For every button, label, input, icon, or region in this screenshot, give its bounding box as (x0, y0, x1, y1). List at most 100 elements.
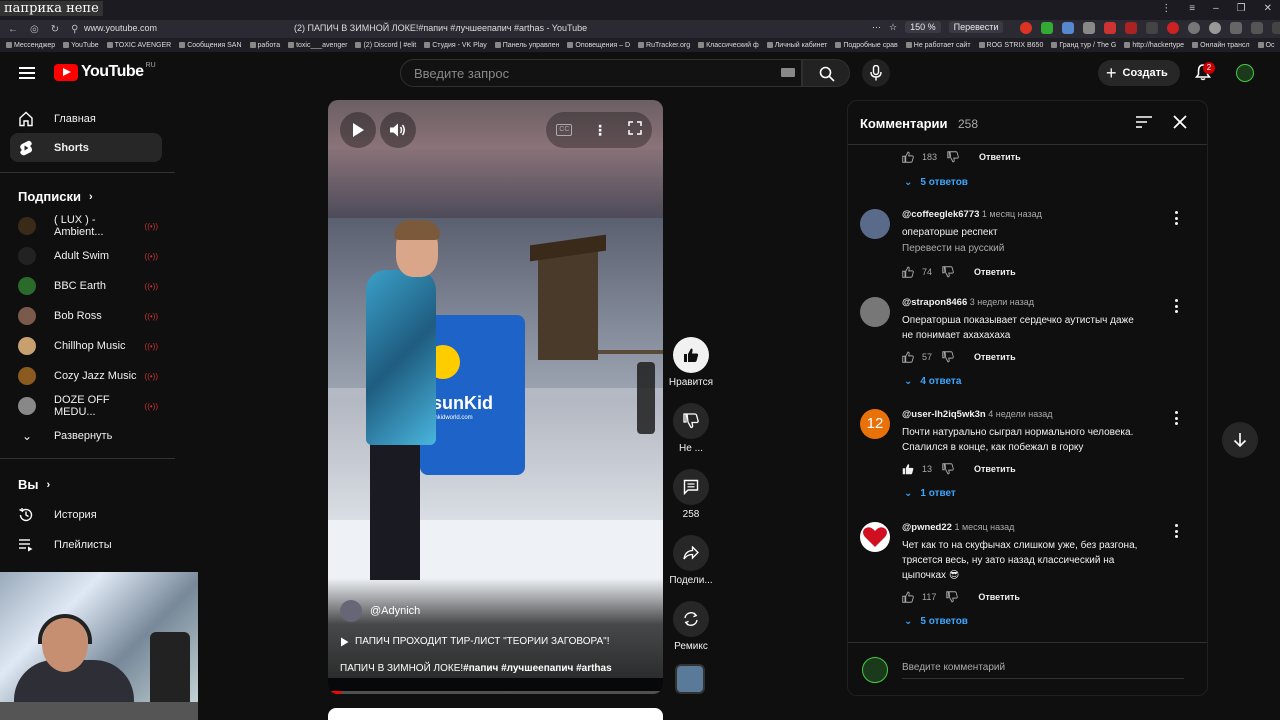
pen-icon[interactable] (1125, 22, 1137, 34)
reply-button[interactable]: Ответить (974, 267, 1016, 277)
reply-button[interactable]: Ответить (974, 352, 1016, 362)
sidebar-item-shorts[interactable]: Shorts (10, 133, 162, 162)
sidebar-subscription[interactable]: Chillhop Music ((•)) (18, 336, 158, 356)
replies-toggle[interactable]: ⌄ 5 ответов (904, 177, 968, 188)
bookmark-item[interactable]: ROG STRIX B650 (978, 42, 1043, 49)
sidebar-item-history[interactable]: История (10, 500, 162, 529)
puzzle-icon[interactable] (1230, 22, 1242, 34)
restore-icon[interactable]: ❐ (1237, 3, 1246, 14)
bookmark-item[interactable]: Не работает сайт (905, 42, 971, 49)
create-button[interactable]: + Создать (1098, 60, 1180, 86)
stop-icon[interactable] (1104, 22, 1116, 34)
bookmark-item[interactable]: RuTracker.org (638, 42, 690, 49)
sound-source-avatar[interactable] (675, 664, 705, 694)
bookmark-star-icon[interactable]: ☆ (889, 22, 897, 33)
remix-button[interactable]: Ремикс (666, 601, 716, 652)
comments-button[interactable]: 258 (666, 469, 716, 520)
scroll-down-button[interactable] (1222, 422, 1258, 458)
comment-more-icon[interactable] (1173, 299, 1179, 313)
close-window-icon[interactable]: ✕ (1264, 3, 1272, 14)
floating-extension-toolbar[interactable] (637, 362, 655, 434)
bookmark-item[interactable]: http://hackertype (1124, 42, 1184, 49)
vk-icon[interactable] (1083, 22, 1095, 34)
bookmark-item[interactable]: работа (249, 42, 280, 49)
comment-time[interactable]: 1 месяц назад (982, 209, 1042, 219)
thumbs-up-icon[interactable] (902, 266, 914, 278)
video-hashtags[interactable]: #папич #лучшеепапич #arthas (463, 663, 612, 674)
search-input[interactable] (401, 60, 761, 86)
comment-input[interactable]: Введите комментарий (902, 657, 1184, 679)
reply-button[interactable]: Ответить (979, 152, 1021, 162)
next-short-preview[interactable] (328, 708, 663, 720)
thumbs-down-icon[interactable] (942, 351, 954, 363)
video-progress-bar[interactable] (328, 691, 663, 694)
sidebar-expand[interactable]: ⌄ Развернуть (18, 426, 158, 446)
bookmark-item[interactable]: Мессенджер (6, 42, 55, 49)
playlist-link[interactable]: ПАПИЧ ПРОХОДИТ ТИР-ЛИСТ "ТЕОРИИ ЗАГОВОРА… (340, 636, 609, 647)
account-icon[interactable] (1188, 22, 1200, 34)
bookmark-item[interactable]: Студия - VK Play (424, 42, 487, 49)
bookmark-item[interactable]: Оповещения – D (567, 42, 630, 49)
comment-author-avatar[interactable] (860, 209, 890, 239)
sidebar-item-home[interactable]: Главная (10, 104, 162, 133)
comment-time[interactable]: 4 недели назад (988, 409, 1052, 419)
back-icon[interactable]: ← (8, 24, 18, 35)
comment-more-icon[interactable] (1173, 411, 1179, 425)
close-icon[interactable] (1173, 115, 1187, 129)
sidebar-subscription[interactable]: Bob Ross ((•)) (18, 306, 158, 326)
download-icon[interactable] (1041, 22, 1053, 34)
youtube-logo[interactable]: YouTube RU (54, 62, 156, 81)
sidebar-subscription[interactable]: BBC Earth ((•)) (18, 276, 158, 296)
bookmark-item[interactable]: (2) Discord | #elit (355, 42, 416, 49)
bookmark-item[interactable]: Гранд тур / The G (1051, 42, 1116, 49)
comment-more-icon[interactable] (1173, 211, 1179, 225)
comment-author[interactable]: @pwned22 (902, 522, 952, 533)
sidebar-subscription[interactable]: Cozy Jazz Music ((•)) (18, 366, 158, 386)
comment-author[interactable]: @user-lh2iq5wk3n (902, 409, 986, 420)
share-button[interactable]: Подели... (666, 535, 716, 586)
volume-button[interactable] (380, 112, 416, 148)
sidebar-subscription[interactable]: ( LUX ) - Ambient... ((•)) (18, 214, 158, 238)
play-button[interactable] (340, 112, 376, 148)
bookmark-item[interactable]: YouTube (63, 42, 99, 49)
share-icon[interactable] (1251, 22, 1263, 34)
zoom-level[interactable]: 150 % (905, 21, 941, 33)
channel-avatar[interactable] (340, 600, 362, 622)
thumbs-up-icon[interactable] (902, 351, 914, 363)
thumbs-up-icon[interactable] (902, 591, 914, 603)
more-options-icon[interactable]: ⋮ (593, 122, 607, 139)
bookmark-item[interactable]: Панель управлен (494, 42, 559, 49)
bookmark-item[interactable]: Личный кабинет (766, 42, 827, 49)
site-info-icon[interactable]: ⚲ (71, 24, 78, 35)
extension-icon[interactable] (1062, 22, 1074, 34)
replies-toggle[interactable]: ⌄ 1 ответ (904, 488, 956, 499)
thumbs-up-icon[interactable] (902, 151, 914, 163)
menu-icon[interactable]: ≡ (1189, 3, 1195, 14)
menu-hamburger-icon[interactable] (19, 67, 35, 79)
account-avatar[interactable] (1236, 64, 1254, 82)
reply-button[interactable]: Ответить (978, 592, 1020, 602)
comment-author[interactable]: @strapon8466 (902, 297, 967, 308)
you-header[interactable]: Вы › (18, 477, 50, 492)
sidebar-subscription[interactable]: DOZE OFF MEDU... ((•)) (18, 394, 158, 418)
comment-time[interactable]: 1 месяц назад (954, 522, 1014, 532)
reply-button[interactable]: Ответить (974, 464, 1016, 474)
thumbs-down-icon[interactable] (947, 151, 959, 163)
subscriptions-header[interactable]: Подписки › (18, 189, 93, 204)
replies-toggle[interactable]: ⌄ 4 ответа (904, 376, 961, 387)
bookmark-item[interactable]: Сообщения SAN (179, 42, 242, 49)
translate-link[interactable]: Перевести на русский (902, 243, 1004, 254)
sidebar-item-playlists[interactable]: Плейлисты (10, 530, 162, 559)
sort-icon[interactable] (1136, 116, 1152, 128)
bookmark-item[interactable]: TOXIC AVENGER (106, 42, 171, 49)
video-channel[interactable]: @Adynich (340, 600, 420, 622)
translate-button[interactable]: Перевести (948, 21, 1004, 33)
page-actions-icon[interactable]: ··· (872, 22, 881, 32)
thumbs-down-icon[interactable] (942, 266, 954, 278)
comment-author-avatar[interactable] (860, 297, 890, 327)
bookmark-item[interactable]: Подробные срав (835, 42, 898, 49)
dislike-button[interactable]: Не ... (666, 403, 716, 454)
tracking-shield-icon[interactable]: ◎ (30, 24, 39, 35)
bookmark-item[interactable]: Классический ф (698, 42, 759, 49)
ublock-icon[interactable] (1020, 22, 1032, 34)
